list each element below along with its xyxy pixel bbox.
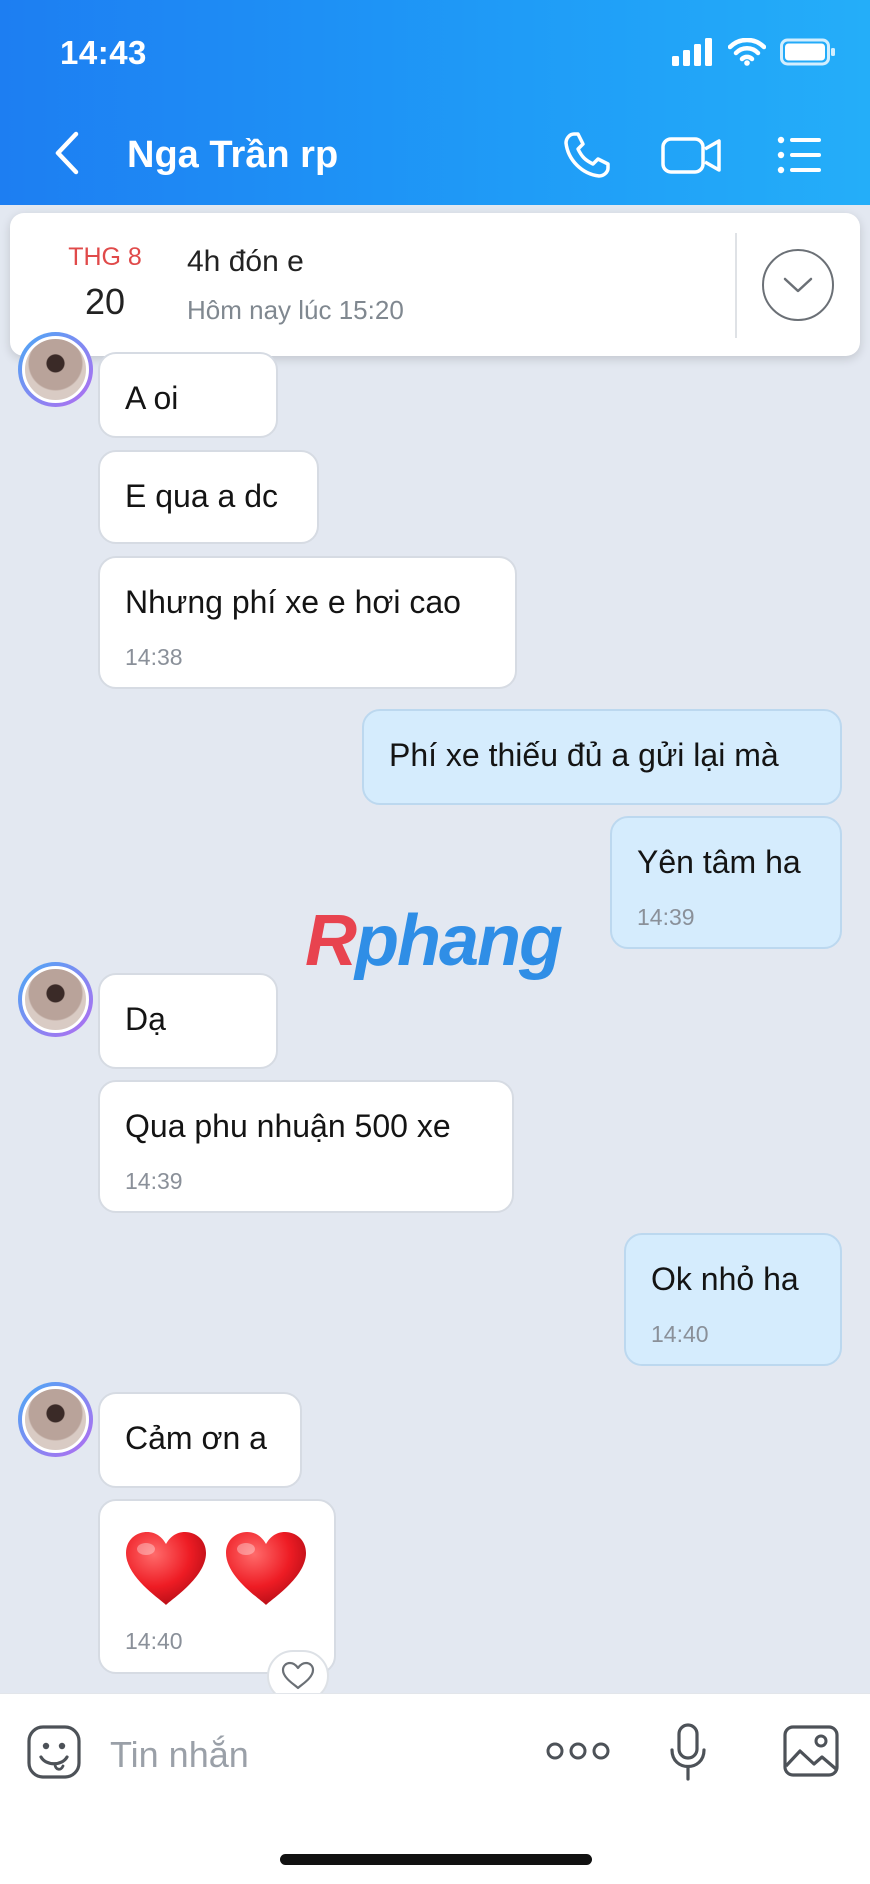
reminder-subtitle: Hôm nay lúc 15:20 bbox=[187, 295, 404, 325]
avatar[interactable] bbox=[18, 962, 93, 1037]
message-text: E qua a dc bbox=[125, 478, 278, 514]
reminder-month: THG 8 bbox=[68, 243, 142, 271]
message-bubble-incoming[interactable]: Nhưng phí xe e hơi cao 14:38 bbox=[98, 556, 517, 689]
watermark-logo: Rphang bbox=[305, 901, 563, 981]
message-bubble-incoming[interactable]: Qua phu nhuận 500 xe 14:39 bbox=[98, 1080, 514, 1213]
contact-name[interactable]: Nga Trần rp bbox=[127, 134, 338, 177]
image-gallery-icon[interactable] bbox=[782, 1724, 840, 1778]
message-bubble-incoming[interactable]: Dạ bbox=[98, 973, 278, 1069]
red-heart-icon bbox=[126, 1532, 206, 1605]
message-text: Qua phu nhuận 500 xe bbox=[125, 1108, 451, 1144]
battery-icon bbox=[780, 38, 835, 66]
more-options-icon[interactable] bbox=[545, 1736, 611, 1766]
menu-list-icon[interactable] bbox=[773, 128, 827, 182]
message-time: 14:39 bbox=[637, 904, 695, 930]
message-bubble-incoming[interactable]: Cảm ơn a bbox=[98, 1392, 302, 1488]
message-time: 14:40 bbox=[651, 1321, 709, 1347]
message-text: Dạ bbox=[125, 1001, 166, 1037]
message-text: A oi bbox=[125, 380, 179, 416]
hearts-emoji bbox=[122, 1529, 310, 1609]
chevron-down-icon bbox=[783, 277, 813, 293]
message-bubble-incoming[interactable]: A oi bbox=[98, 352, 278, 438]
expand-reminder-button[interactable] bbox=[762, 249, 834, 321]
emoji-sticker-icon[interactable] bbox=[26, 1724, 82, 1780]
message-input[interactable]: Tin nhắn bbox=[110, 1734, 249, 1776]
message-bubble-outgoing[interactable]: Phí xe thiếu đủ a gửi lại mà bbox=[362, 709, 842, 805]
reminder-title: 4h đón e bbox=[187, 245, 304, 278]
message-text: ❤️❤️ bbox=[100, 1501, 101, 1502]
home-indicator bbox=[280, 1854, 592, 1865]
message-time: 14:39 bbox=[125, 1168, 183, 1194]
status-icons bbox=[672, 38, 836, 66]
status-time: 14:43 bbox=[60, 34, 147, 71]
heart-outline-icon bbox=[281, 1661, 315, 1690]
message-text: Cảm ơn a bbox=[125, 1420, 267, 1456]
message-time: 14:38 bbox=[125, 644, 183, 670]
cellular-signal-icon bbox=[672, 38, 712, 66]
reminder-day: 20 bbox=[84, 281, 126, 322]
video-call-icon[interactable] bbox=[660, 128, 724, 182]
message-time: 14:40 bbox=[125, 1628, 183, 1654]
message-text: Ok nhỏ ha bbox=[651, 1261, 799, 1297]
wifi-icon bbox=[728, 38, 766, 66]
message-text: Yên tâm ha bbox=[637, 844, 801, 880]
message-text: Nhưng phí xe e hơi cao bbox=[125, 584, 461, 620]
red-heart-icon bbox=[226, 1532, 306, 1605]
message-bubble-incoming[interactable]: ❤️❤️ 14:40 bbox=[98, 1499, 336, 1674]
message-bubble-outgoing[interactable]: Yên tâm ha 14:39 bbox=[610, 816, 842, 949]
avatar[interactable] bbox=[18, 332, 93, 407]
avatar[interactable] bbox=[18, 1382, 93, 1457]
message-input-bar: Tin nhắn bbox=[0, 1693, 870, 1884]
message-bubble-outgoing[interactable]: Ok nhỏ ha 14:40 bbox=[624, 1233, 842, 1366]
phone-call-icon[interactable] bbox=[560, 128, 614, 182]
divider bbox=[735, 233, 737, 338]
message-bubble-incoming[interactable]: E qua a dc bbox=[98, 450, 319, 544]
message-text: Phí xe thiếu đủ a gửi lại mà bbox=[389, 737, 779, 773]
microphone-icon[interactable] bbox=[668, 1722, 708, 1782]
chat-header: 14:43 Nga Trần rp bbox=[0, 0, 870, 205]
reminder-card[interactable]: THG 8 20 4h đón e Hôm nay lúc 15:20 bbox=[10, 213, 860, 356]
back-chevron-icon[interactable] bbox=[48, 128, 88, 178]
